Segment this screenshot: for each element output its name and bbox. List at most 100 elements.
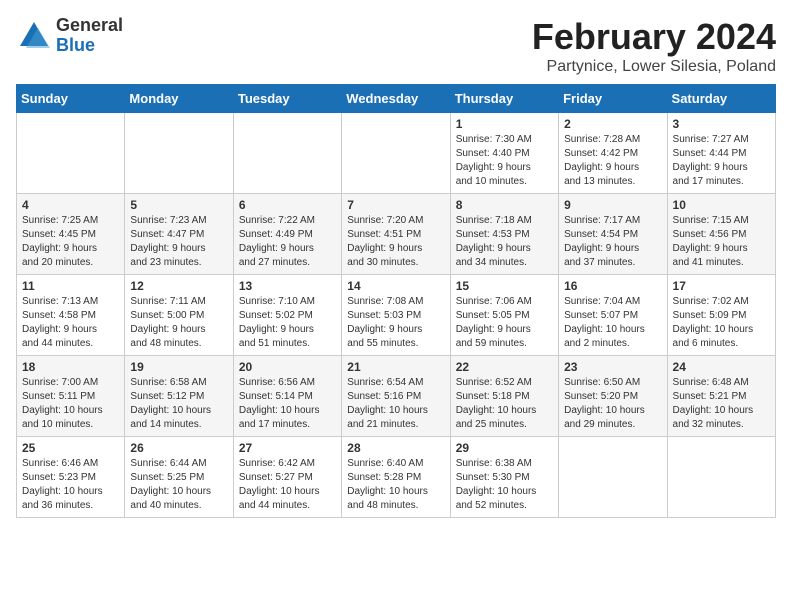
calendar-week-row: 11Sunrise: 7:13 AM Sunset: 4:58 PM Dayli… — [17, 275, 776, 356]
calendar-cell: 22 Sunrise: 6:52 AM Sunset: 5:18 PM Dayli… — [450, 356, 558, 437]
day-info: Sunrise: 6:58 AM Sunset: 5:12 PM Dayligh… — [130, 376, 227, 432]
weekday-header-saturday: Saturday — [667, 85, 775, 113]
page-header: General Blue February 2024 Partynice, Lo… — [16, 16, 776, 76]
calendar-week-row: 4Sunrise: 7:25 AM Sunset: 4:45 PM Daylig… — [17, 194, 776, 275]
day-number: 1 — [456, 117, 553, 131]
day-info: Sunrise: 7:17 AM Sunset: 4:54 PM Dayligh… — [564, 214, 661, 270]
weekday-header-sunday: Sunday — [17, 85, 125, 113]
day-number: 18 — [22, 360, 119, 374]
calendar-week-row: 18 Sunrise: 7:00 AM Sunset: 5:11 PM Dayli… — [17, 356, 776, 437]
day-number: 10 — [673, 198, 770, 212]
day-info: Sunrise: 7:00 AM Sunset: 5:11 PM Dayligh… — [22, 376, 119, 432]
calendar-cell — [559, 437, 667, 518]
calendar-cell: 9 Sunrise: 7:17 AM Sunset: 4:54 PM Daylig… — [559, 194, 667, 275]
day-info: Sunrise: 7:04 AM Sunset: 5:07 PM Dayligh… — [564, 295, 661, 351]
day-number: 16 — [564, 279, 661, 293]
day-number: 13 — [239, 279, 336, 293]
weekday-header-tuesday: Tuesday — [233, 85, 341, 113]
day-number: 9 — [564, 198, 661, 212]
logo-blue: Blue — [56, 36, 123, 56]
calendar-cell: 11Sunrise: 7:13 AM Sunset: 4:58 PM Dayli… — [17, 275, 125, 356]
calendar-cell: 25 Sunrise: 6:46 AM Sunset: 5:23 PM Dayli… — [17, 437, 125, 518]
day-number: 21 — [347, 360, 444, 374]
day-number: 5 — [130, 198, 227, 212]
day-number: 27 — [239, 441, 336, 455]
calendar-cell: 3 Sunrise: 7:27 AM Sunset: 4:44 PM Daylig… — [667, 113, 775, 194]
calendar-body: 1Sunrise: 7:30 AM Sunset: 4:40 PM Daylig… — [17, 113, 776, 518]
calendar-week-row: 1Sunrise: 7:30 AM Sunset: 4:40 PM Daylig… — [17, 113, 776, 194]
calendar-cell: 15 Sunrise: 7:06 AM Sunset: 5:05 PM Dayli… — [450, 275, 558, 356]
weekday-header-row: SundayMondayTuesdayWednesdayThursdayFrid… — [17, 85, 776, 113]
day-info: Sunrise: 7:02 AM Sunset: 5:09 PM Dayligh… — [673, 295, 770, 351]
calendar-cell: 17 Sunrise: 7:02 AM Sunset: 5:09 PM Dayli… — [667, 275, 775, 356]
calendar-cell: 6 Sunrise: 7:22 AM Sunset: 4:49 PM Daylig… — [233, 194, 341, 275]
day-number: 29 — [456, 441, 553, 455]
day-info: Sunrise: 7:08 AM Sunset: 5:03 PM Dayligh… — [347, 295, 444, 351]
day-info: Sunrise: 7:20 AM Sunset: 4:51 PM Dayligh… — [347, 214, 444, 270]
day-info: Sunrise: 6:50 AM Sunset: 5:20 PM Dayligh… — [564, 376, 661, 432]
day-number: 25 — [22, 441, 119, 455]
calendar-cell: 27 Sunrise: 6:42 AM Sunset: 5:27 PM Dayli… — [233, 437, 341, 518]
day-number: 3 — [673, 117, 770, 131]
day-info: Sunrise: 7:22 AM Sunset: 4:49 PM Dayligh… — [239, 214, 336, 270]
day-number: 19 — [130, 360, 227, 374]
day-number: 17 — [673, 279, 770, 293]
day-number: 7 — [347, 198, 444, 212]
calendar-cell: 18 Sunrise: 7:00 AM Sunset: 5:11 PM Dayli… — [17, 356, 125, 437]
weekday-header-thursday: Thursday — [450, 85, 558, 113]
day-info: Sunrise: 7:15 AM Sunset: 4:56 PM Dayligh… — [673, 214, 770, 270]
day-info: Sunrise: 7:06 AM Sunset: 5:05 PM Dayligh… — [456, 295, 553, 351]
calendar-cell: 26 Sunrise: 6:44 AM Sunset: 5:25 PM Dayli… — [125, 437, 233, 518]
day-info: Sunrise: 7:10 AM Sunset: 5:02 PM Dayligh… — [239, 295, 336, 351]
day-number: 14 — [347, 279, 444, 293]
day-info: Sunrise: 6:46 AM Sunset: 5:23 PM Dayligh… — [22, 457, 119, 513]
calendar-cell: 29 Sunrise: 6:38 AM Sunset: 5:30 PM Dayli… — [450, 437, 558, 518]
day-info: Sunrise: 7:11 AM Sunset: 5:00 PM Dayligh… — [130, 295, 227, 351]
calendar-cell: 13 Sunrise: 7:10 AM Sunset: 5:02 PM Dayli… — [233, 275, 341, 356]
day-number: 26 — [130, 441, 227, 455]
logo-icon — [16, 18, 52, 54]
calendar-cell: 2 Sunrise: 7:28 AM Sunset: 4:42 PM Daylig… — [559, 113, 667, 194]
calendar-cell — [125, 113, 233, 194]
calendar-week-row: 25 Sunrise: 6:46 AM Sunset: 5:23 PM Dayli… — [17, 437, 776, 518]
weekday-header-monday: Monday — [125, 85, 233, 113]
calendar-cell: 23Sunrise: 6:50 AM Sunset: 5:20 PM Dayli… — [559, 356, 667, 437]
calendar-cell: 1Sunrise: 7:30 AM Sunset: 4:40 PM Daylig… — [450, 113, 558, 194]
day-info: Sunrise: 7:27 AM Sunset: 4:44 PM Dayligh… — [673, 133, 770, 189]
day-info: Sunrise: 7:13 AM Sunset: 4:58 PM Dayligh… — [22, 295, 119, 351]
logo-general: General — [56, 16, 123, 36]
day-info: Sunrise: 6:44 AM Sunset: 5:25 PM Dayligh… — [130, 457, 227, 513]
day-number: 8 — [456, 198, 553, 212]
day-info: Sunrise: 6:38 AM Sunset: 5:30 PM Dayligh… — [456, 457, 553, 513]
calendar-cell — [667, 437, 775, 518]
calendar-cell: 10 Sunrise: 7:15 AM Sunset: 4:56 PM Dayli… — [667, 194, 775, 275]
day-number: 4 — [22, 198, 119, 212]
day-info: Sunrise: 7:18 AM Sunset: 4:53 PM Dayligh… — [456, 214, 553, 270]
calendar-cell: 19 Sunrise: 6:58 AM Sunset: 5:12 PM Dayli… — [125, 356, 233, 437]
calendar-cell: 14 Sunrise: 7:08 AM Sunset: 5:03 PM Dayli… — [342, 275, 450, 356]
day-info: Sunrise: 7:23 AM Sunset: 4:47 PM Dayligh… — [130, 214, 227, 270]
day-info: Sunrise: 6:42 AM Sunset: 5:27 PM Dayligh… — [239, 457, 336, 513]
day-number: 15 — [456, 279, 553, 293]
calendar-cell: 24Sunrise: 6:48 AM Sunset: 5:21 PM Dayli… — [667, 356, 775, 437]
calendar-table: SundayMondayTuesdayWednesdayThursdayFrid… — [16, 84, 776, 518]
calendar-cell: 20 Sunrise: 6:56 AM Sunset: 5:14 PM Dayli… — [233, 356, 341, 437]
day-number: 12 — [130, 279, 227, 293]
logo: General Blue — [16, 16, 123, 56]
day-number: 22 — [456, 360, 553, 374]
calendar-cell: 8 Sunrise: 7:18 AM Sunset: 4:53 PM Daylig… — [450, 194, 558, 275]
calendar-cell: 12 Sunrise: 7:11 AM Sunset: 5:00 PM Dayli… — [125, 275, 233, 356]
day-number: 2 — [564, 117, 661, 131]
day-number: 6 — [239, 198, 336, 212]
calendar-cell — [342, 113, 450, 194]
title-area: February 2024 Partynice, Lower Silesia, … — [532, 16, 776, 76]
day-info: Sunrise: 6:48 AM Sunset: 5:21 PM Dayligh… — [673, 376, 770, 432]
day-info: Sunrise: 6:56 AM Sunset: 5:14 PM Dayligh… — [239, 376, 336, 432]
day-info: Sunrise: 7:28 AM Sunset: 4:42 PM Dayligh… — [564, 133, 661, 189]
calendar-title: February 2024 — [532, 16, 776, 58]
calendar-subtitle: Partynice, Lower Silesia, Poland — [532, 58, 776, 76]
calendar-cell: 21Sunrise: 6:54 AM Sunset: 5:16 PM Dayli… — [342, 356, 450, 437]
day-number: 20 — [239, 360, 336, 374]
day-info: Sunrise: 6:52 AM Sunset: 5:18 PM Dayligh… — [456, 376, 553, 432]
calendar-cell: 16 Sunrise: 7:04 AM Sunset: 5:07 PM Dayli… — [559, 275, 667, 356]
